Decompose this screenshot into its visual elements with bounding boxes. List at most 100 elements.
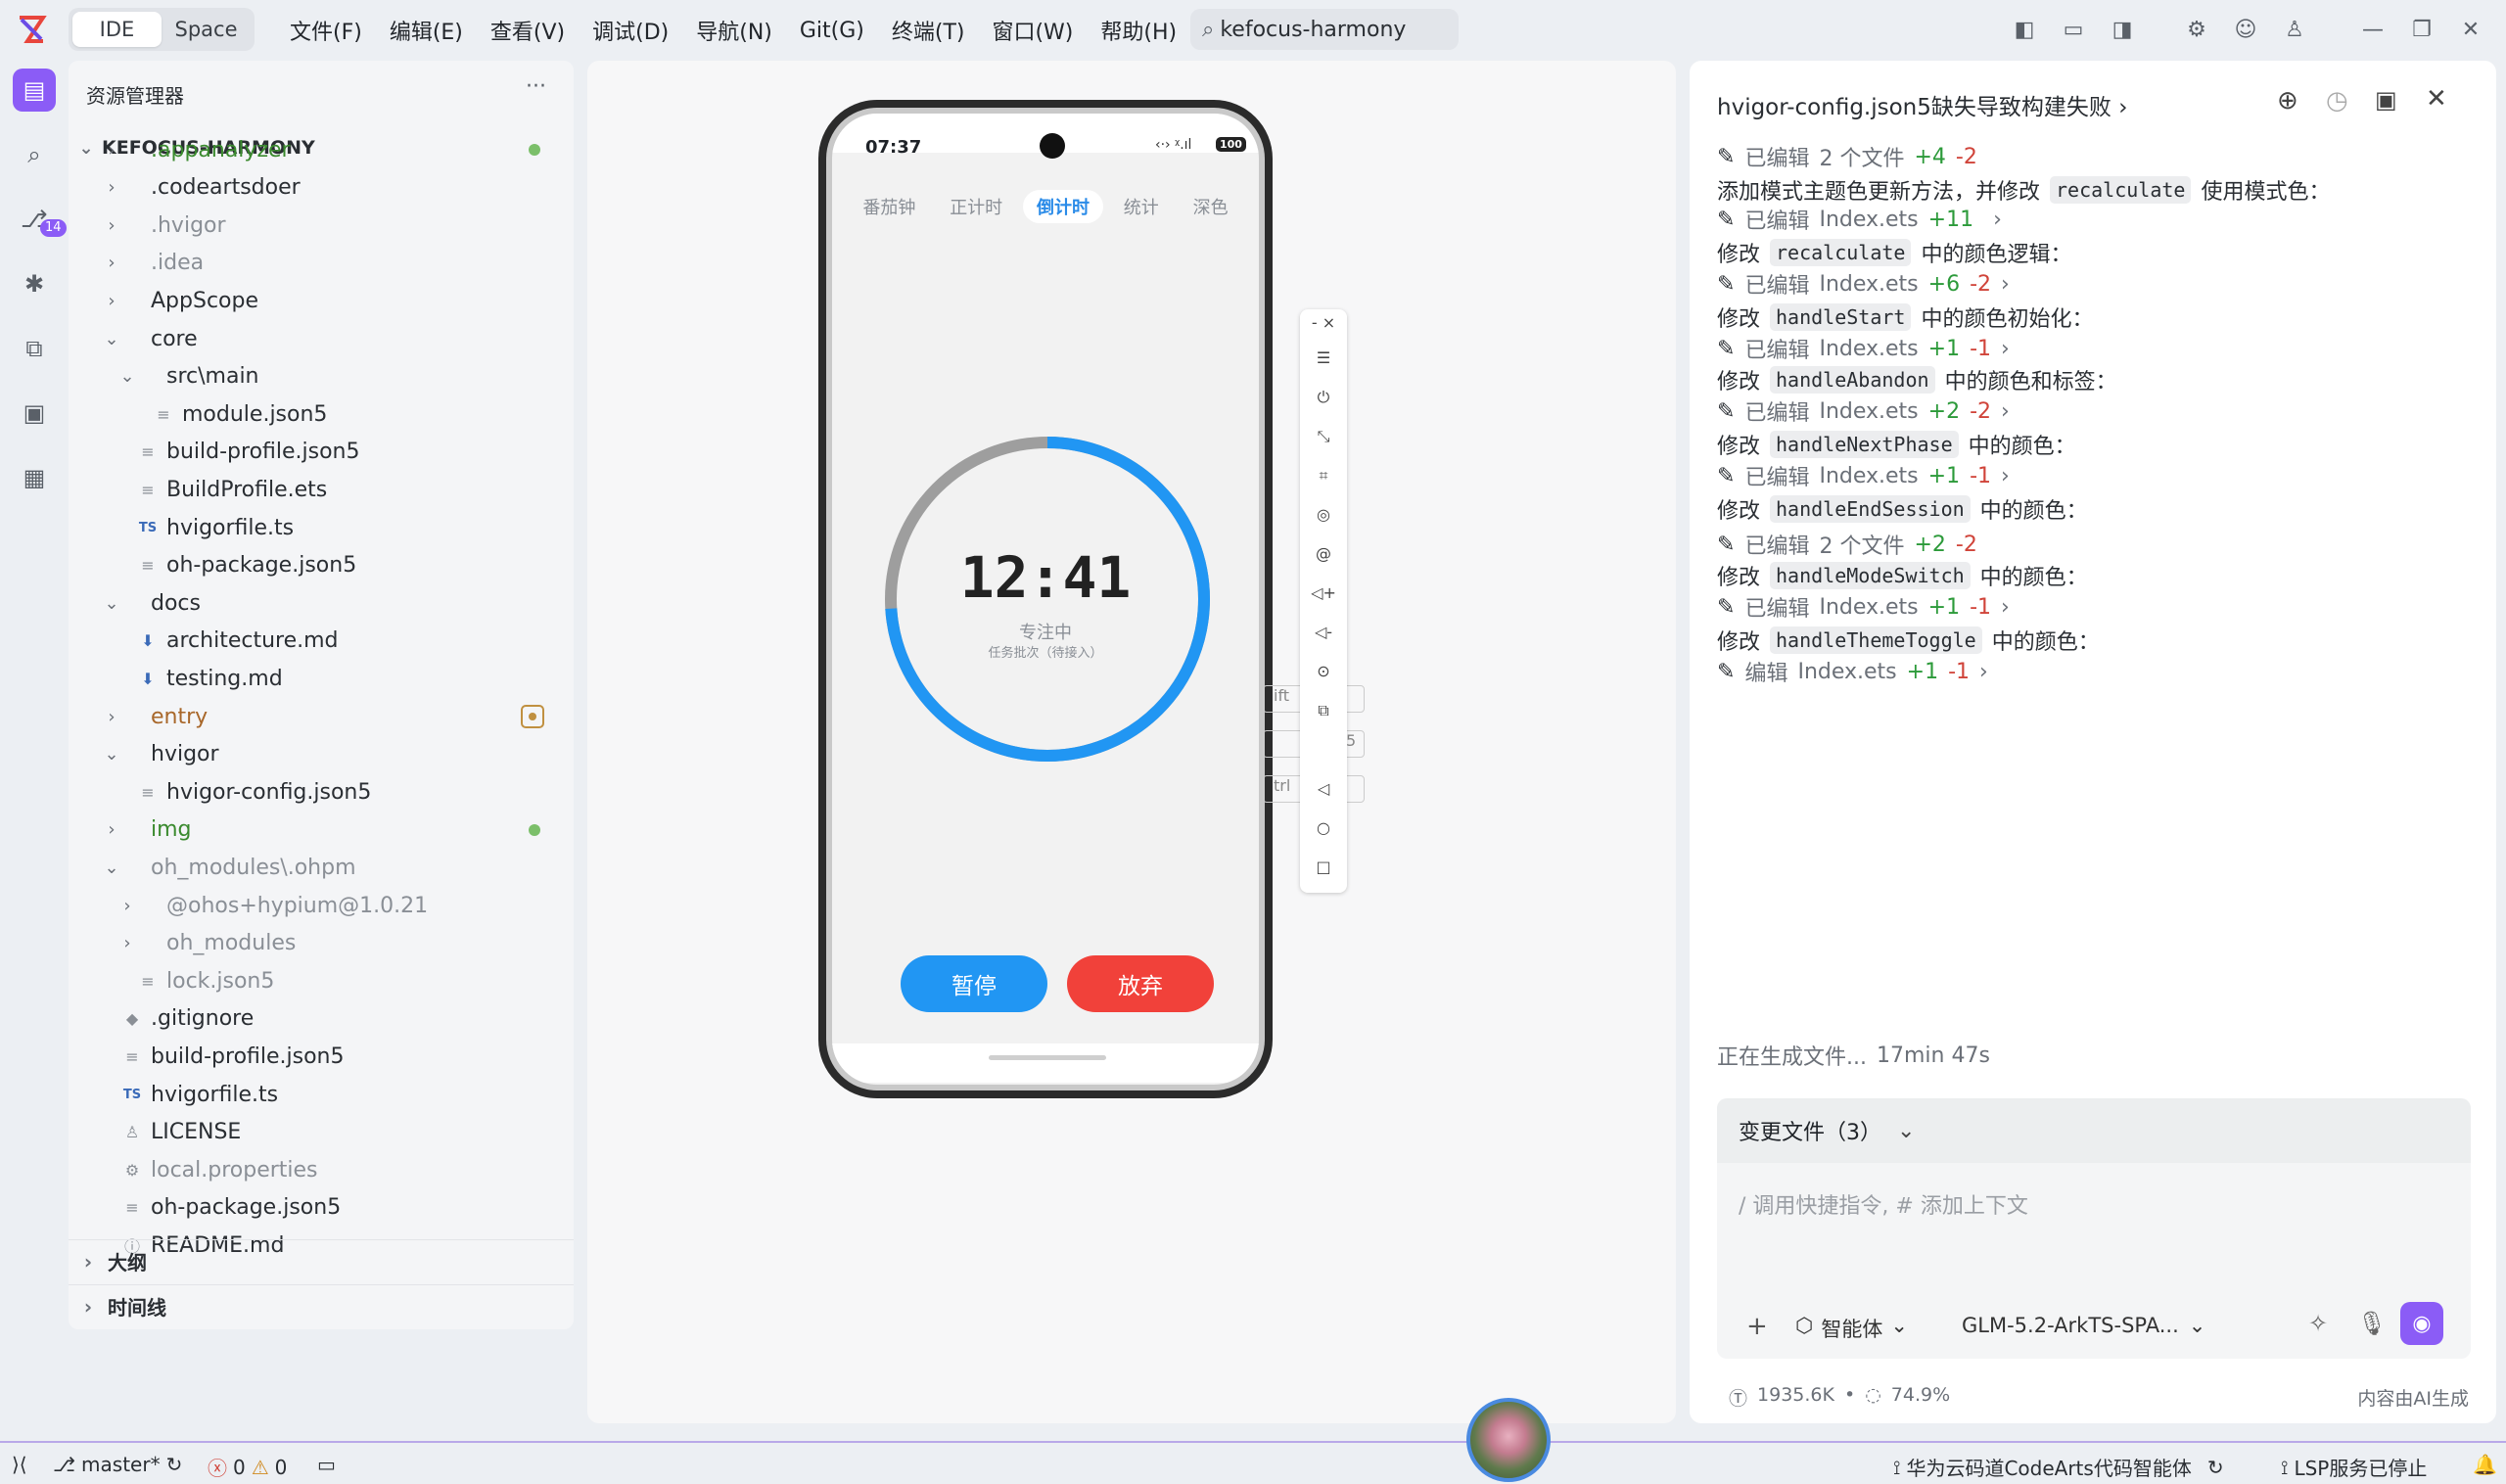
tree-item[interactable]: › .codeartsdoer — [69, 169, 574, 207]
volume-up-icon[interactable]: ◁+ — [1300, 583, 1347, 602]
edit-summary[interactable]: ✎ 已编辑 Index.ets +2 -2 › — [1717, 395, 2010, 427]
project-search[interactable]: ⌕ kefocus-harmony — [1190, 9, 1459, 50]
add-context-icon[interactable]: + — [1746, 1312, 1768, 1341]
tab-pomodoro[interactable]: 番茄钟 — [849, 190, 929, 223]
history-icon[interactable]: ◷ — [2326, 86, 2348, 116]
recents-icon[interactable]: □ — [1300, 858, 1347, 876]
pause-button[interactable]: 暂停 — [901, 955, 1047, 1012]
crop-icon[interactable]: ⌗ — [1300, 466, 1347, 486]
minimize-icon[interactable]: — — [2359, 16, 2387, 43]
menu-debug[interactable]: 调试(D) — [579, 15, 682, 46]
codearts-agent-status[interactable]: ⟟ 华为云码道CodeArts代码智能体 ↻ — [1893, 1453, 2224, 1481]
tree-item[interactable]: › .appanalyzer — [69, 131, 574, 168]
remote-icon[interactable]: ⟩⟨ — [12, 1453, 27, 1476]
edit-summary[interactable]: ✎ 已编辑 Index.ets +1 -1 › — [1717, 460, 2010, 491]
menu-window[interactable]: 窗口(W) — [978, 15, 1087, 46]
problems-indicator[interactable]: ⓧ 0 ⚠ 0 — [208, 1453, 287, 1481]
abandon-button[interactable]: 放弃 — [1067, 955, 1214, 1012]
menu-git[interactable]: Git(G) — [786, 19, 878, 43]
tree-item[interactable]: › oh_modules — [69, 925, 574, 962]
screenshot-icon[interactable]: ⊙ — [1300, 662, 1347, 680]
notification-bell-icon[interactable]: 🔔 — [2473, 1453, 2497, 1476]
tree-item[interactable]: › @ohos+hypium@1.0.21 — [69, 887, 574, 924]
outline-section[interactable]: › 大纲 — [69, 1239, 574, 1282]
menu-file[interactable]: 文件(F) — [276, 15, 376, 46]
tree-item[interactable]: › AppScope — [69, 282, 574, 319]
tab-dark[interactable]: 深色 — [1180, 190, 1242, 223]
extensions-icon[interactable]: ⧉ — [13, 327, 56, 370]
tree-item[interactable]: ≡ BuildProfile.ets — [69, 471, 574, 508]
tree-item[interactable]: ♙ LICENSE — [69, 1114, 574, 1151]
microphone-icon[interactable]: 🎙 — [2357, 1310, 2387, 1337]
tab-stats[interactable]: 统计 — [1110, 190, 1173, 223]
send-button[interactable]: ◉ — [2400, 1302, 2443, 1345]
debug-icon[interactable]: ✱ — [13, 262, 56, 305]
tab-countdown[interactable]: 倒计时 — [1022, 190, 1103, 223]
lsp-status[interactable]: ⟟ LSP服务已停止 — [2281, 1453, 2427, 1481]
timeline-section[interactable]: › 时间线 — [69, 1284, 574, 1327]
tree-item[interactable]: ⬇ architecture.md — [69, 623, 574, 660]
copy-icon[interactable]: ⧉ — [1300, 701, 1347, 720]
minimize-icon[interactable]: - × — [1300, 313, 1347, 332]
monitor-icon[interactable]: ▭ — [317, 1453, 336, 1476]
source-control-icon[interactable]: ⎇ 14 — [13, 198, 67, 241]
right-panel-toggle-icon[interactable]: ◨ — [2109, 16, 2136, 43]
home-icon[interactable]: ○ — [1300, 818, 1347, 837]
menu-help[interactable]: 帮助(H) — [1087, 15, 1190, 46]
search-icon[interactable]: ⌕ — [13, 133, 56, 176]
close-window-icon[interactable]: ✕ — [2457, 16, 2484, 43]
tree-item[interactable]: ◆ .gitignore — [69, 1000, 574, 1038]
smile-icon[interactable]: ☺ — [2232, 16, 2259, 43]
menu-edit[interactable]: 编辑(E) — [376, 15, 477, 46]
edit-summary[interactable]: ✎ 已编辑 2 个文件 +4 -2 — [1717, 141, 1987, 172]
tree-item[interactable]: ⌄ docs — [69, 584, 574, 622]
edit-summary[interactable]: ✎ 已编辑 Index.ets +1 -1 › — [1717, 333, 2010, 364]
edit-summary[interactable]: ✎ 已编辑 2 个文件 +2 -2 — [1717, 529, 1987, 560]
sparkle-icon[interactable]: ✧ — [2308, 1310, 2328, 1337]
menu-terminal[interactable]: 终端(T) — [878, 15, 979, 46]
tree-item[interactable]: TS hvigorfile.ts — [69, 509, 574, 546]
restore-icon[interactable]: ❐ — [2408, 16, 2436, 43]
tree-item[interactable]: ⌄ hvigor — [69, 736, 574, 773]
avatar[interactable] — [1466, 1398, 1551, 1482]
volume-down-icon[interactable]: ◁- — [1300, 623, 1347, 641]
account-icon[interactable]: ♙ — [2281, 16, 2308, 43]
chat-title[interactable]: hvigor-config.json5缺失导致构建失败 › — [1717, 88, 2127, 121]
gear-icon[interactable]: ⚙ — [2183, 16, 2210, 43]
branch-indicator[interactable]: ⎇ master* ↻ — [53, 1453, 182, 1476]
tree-item[interactable]: ≡ build-profile.json5 — [69, 434, 574, 471]
panel-toggle-icon[interactable]: ▭ — [2060, 16, 2087, 43]
chat-input-box[interactable]: / 调用快捷指令, # 添加上下文 + ⬡ 智能体 ⌄ GLM-5.2-ArkTS-… — [1717, 1163, 2471, 1359]
mode-ide-tab[interactable]: IDE — [72, 12, 162, 47]
edit-summary[interactable]: ✎ 已编辑 Index.ets +6 -2 › — [1717, 268, 2010, 300]
tree-item[interactable]: ≡ oh-package.json5 — [69, 1189, 574, 1227]
close-icon[interactable]: ✕ — [2426, 84, 2447, 114]
changed-files-header[interactable]: 变更文件（3） ⌄ — [1717, 1098, 2471, 1163]
target-icon[interactable]: ◎ — [1300, 505, 1347, 524]
edit-summary[interactable]: ✎ 编辑 Index.ets +1 -1 › — [1717, 656, 1988, 687]
tree-item[interactable]: ⌄ oh_modules\.ohpm — [69, 849, 574, 886]
edit-summary[interactable]: ✎ 已编辑 Index.ets +1 -1 › — [1717, 591, 2010, 623]
rotate-icon[interactable]: ⤡ — [1300, 427, 1347, 446]
profile-icon[interactable]: ▦ — [13, 456, 56, 499]
device-manager-icon[interactable]: ▣ — [13, 392, 56, 435]
at-icon[interactable]: @ — [1300, 544, 1347, 563]
tree-item[interactable]: ≡ oh-package.json5 — [69, 547, 574, 584]
menu-view[interactable]: 查看(V) — [477, 15, 579, 46]
tree-item[interactable]: ≡ build-profile.json5 — [69, 1038, 574, 1075]
sidebar-toggle-icon[interactable]: ◧ — [2011, 16, 2038, 43]
tree-item[interactable]: ≡ module.json5 — [69, 395, 574, 433]
tree-item[interactable]: ⌄ core — [69, 320, 574, 357]
menu-navigate[interactable]: 导航(N) — [682, 15, 786, 46]
tree-item[interactable]: ⌄ src\main — [69, 358, 574, 395]
more-icon[interactable]: ··· — [526, 74, 546, 99]
tree-item[interactable]: › entry — [69, 698, 574, 735]
tree-item[interactable]: ≡ lock.json5 — [69, 962, 574, 999]
back-icon[interactable]: ◁ — [1300, 779, 1347, 798]
explorer-icon[interactable]: ▤ — [13, 69, 56, 112]
menu-icon[interactable]: ☰ — [1300, 348, 1347, 367]
tree-item[interactable]: › .hvigor — [69, 207, 574, 244]
agent-selector[interactable]: ⬡ 智能体 ⌄ — [1795, 1314, 1908, 1343]
tree-item[interactable]: ⬇ testing.md — [69, 660, 574, 697]
model-selector[interactable]: GLM-5.2-ArkTS-SPA... ⌄ — [1962, 1314, 2205, 1337]
